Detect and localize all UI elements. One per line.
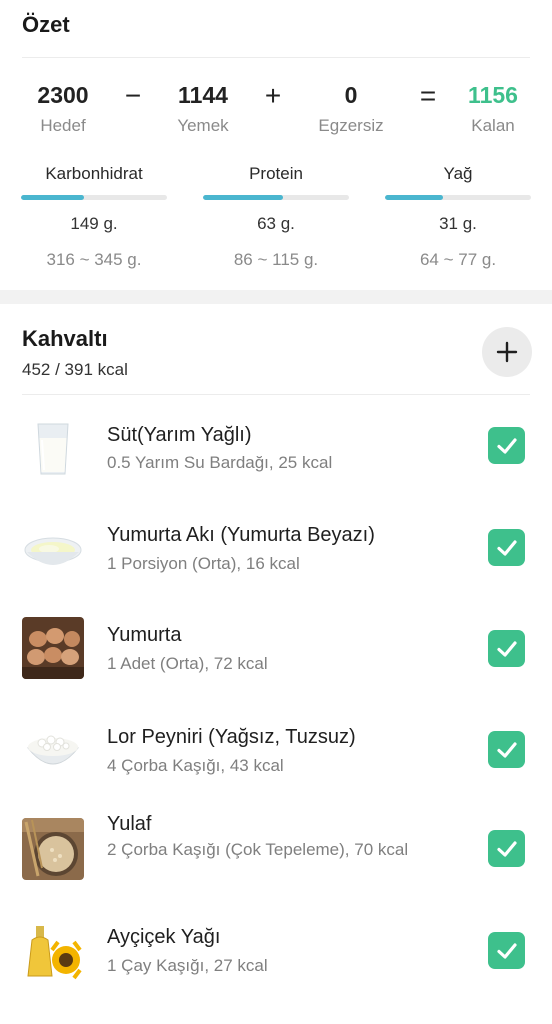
macro-range: 64 ~ 77 g. [419,250,497,269]
goal-label: Hedef [40,116,86,135]
macro-protein: Protein 63 g. 86 ~ 115 g. [203,164,349,270]
food-checkbox[interactable] [488,427,525,464]
macro-range: 316 ~ 345 g. [46,250,142,269]
divider [22,57,530,58]
remaining-value: 1156 [468,82,518,108]
check-icon [496,741,517,758]
macro-name: Protein [249,164,303,183]
macro-progress-track [21,195,167,200]
divider [22,394,530,395]
plus-icon [496,341,518,363]
macro-fat: Yağ 31 g. 64 ~ 77 g. [385,164,531,270]
meal-title: Kahvaltı [22,326,108,351]
food-checkbox[interactable] [488,630,525,667]
food-name: Yulaf [107,813,152,835]
exercise-label: Egzersiz [318,116,384,135]
food-checkbox[interactable] [488,830,525,867]
macro-amount: 63 g. [257,214,295,233]
check-icon [496,640,517,657]
macro-name: Yağ [443,164,473,183]
plus-sign: + [264,80,282,111]
macro-name: Karbonhidrat [45,164,143,183]
check-icon [496,942,517,959]
cottage-cheese-bowl-image [22,718,84,780]
macro-amount: 149 g. [70,214,118,233]
calorie-equation: 2300 Hedef − 1144 Yemek + 0 Egzersiz = 1… [0,82,552,142]
food-item[interactable]: Lor Peyniri (Yağsız, Tuzsuz) 4 Çorba Kaş… [0,715,552,815]
food-detail: 0.5 Yarım Su Bardağı, 25 kcal [107,453,333,472]
goal-value: 2300 [37,82,89,108]
food-name: Ayçiçek Yağı [107,926,221,948]
remaining-calories: 1156 Kalan [433,82,552,136]
food-value: 1144 [178,82,228,108]
food-name: Süt(Yarım Yağlı) [107,424,252,446]
food-name: Lor Peyniri (Yağsız, Tuzsuz) [107,726,356,748]
food-item[interactable]: Ayçiçek Yağı 1 Çay Kaşığı, 27 kcal [0,916,552,1016]
macro-progress-track [203,195,349,200]
macro-progress-fill [21,195,84,200]
oats-image [22,818,84,880]
food-checkbox[interactable] [488,529,525,566]
food-item[interactable]: Süt(Yarım Yağlı) 0.5 Yarım Su Bardağı, 2… [0,412,552,512]
milk-glass-image [22,416,84,478]
macro-progress-fill [385,195,444,200]
goal-calories: 2300 Hedef [3,82,123,136]
summary-title: Özet [22,12,70,37]
exercise-value: 0 [344,82,358,108]
meal-kcal: 452 / 391 kcal [22,360,128,379]
food-detail: 1 Adet (Orta), 72 kcal [107,654,268,673]
remaining-label: Kalan [471,116,515,135]
check-icon [496,539,517,556]
food-name: Yumurta Akı (Yumurta Beyazı) [107,524,375,546]
food-checkbox[interactable] [488,731,525,768]
food-calories: 1144 Yemek [143,82,263,136]
food-name: Yumurta [107,624,182,646]
macro-progress-track [385,195,531,200]
food-detail: 4 Çorba Kaşığı, 43 kcal [107,756,284,775]
food-detail: 1 Porsiyon (Orta), 16 kcal [107,554,300,573]
add-food-button[interactable] [482,327,532,377]
food-item[interactable]: Yulaf 2 Çorba Kaşığı (Çok Tepeleme), 70 … [0,812,552,912]
check-icon [496,840,517,857]
section-separator [0,290,552,304]
check-icon [496,437,517,454]
food-detail: 2 Çorba Kaşığı (Çok Tepeleme), 70 kcal [107,840,409,859]
summary-card: Özet 2300 Hedef − 1144 Yemek + 0 Egzersi… [0,0,552,290]
macro-range: 86 ~ 115 g. [233,250,319,269]
food-item[interactable]: Yumurta 1 Adet (Orta), 72 kcal [0,614,552,714]
food-item[interactable]: Yumurta Akı (Yumurta Beyazı) 1 Porsiyon … [0,513,552,613]
eggs-image [22,617,84,679]
food-checkbox[interactable] [488,932,525,969]
egg-white-bowl-image [22,518,84,580]
macro-progress-fill [203,195,284,200]
macro-carbohydrate: Karbonhidrat 149 g. 316 ~ 345 g. [21,164,167,270]
food-label: Yemek [177,116,229,135]
macro-amount: 31 g. [439,214,477,233]
sunflower-oil-image [22,920,84,982]
exercise-calories: 0 Egzersiz [291,82,411,136]
meal-header: Kahvaltı 452 / 391 kcal [0,304,552,396]
food-detail: 1 Çay Kaşığı, 27 kcal [107,956,268,975]
